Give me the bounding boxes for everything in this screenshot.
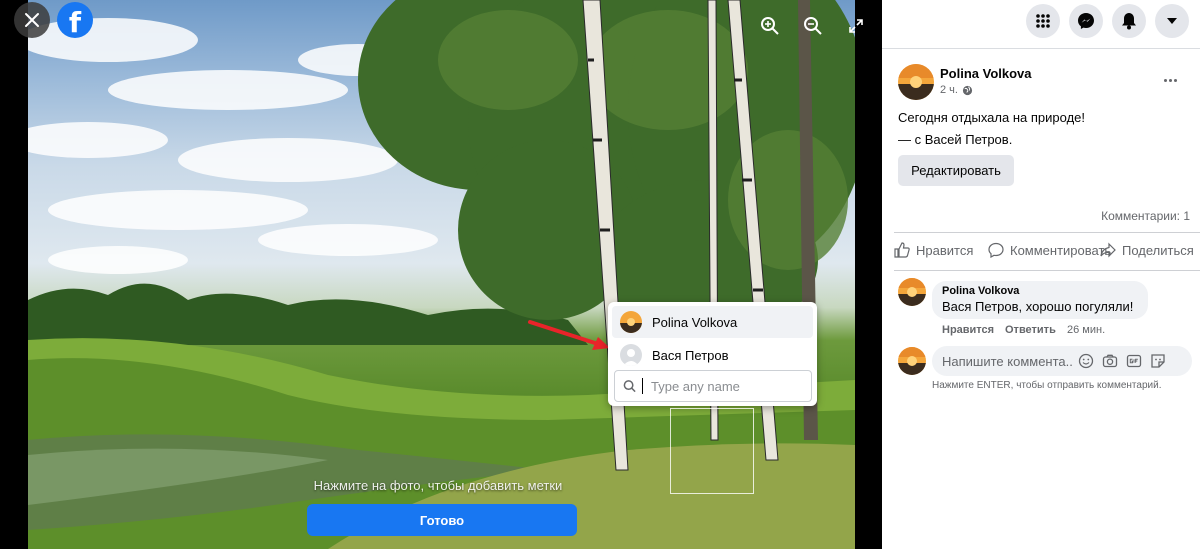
avatar — [620, 311, 642, 333]
comment-composer[interactable] — [932, 346, 1192, 376]
photo-viewer: f Polina Volkova Вася Петров Type any na… — [0, 0, 882, 549]
post-time-text: 2 ч. — [940, 84, 958, 96]
menu-grid-icon — [1036, 14, 1050, 28]
tag-frame — [670, 408, 754, 494]
facebook-logo-letter: f — [68, 6, 82, 39]
post-timestamp[interactable]: 2 ч. — [940, 84, 973, 96]
messenger-button[interactable] — [1069, 4, 1103, 38]
account-dropdown-icon — [1167, 18, 1177, 24]
zoom-out-button[interactable] — [801, 14, 825, 38]
account-button[interactable] — [1155, 4, 1189, 38]
post-text-line: Сегодня отдыхала на природе! — [898, 110, 1085, 125]
divider — [894, 232, 1200, 233]
comment-icon — [988, 242, 1004, 258]
comment-like-label: Нравится — [942, 324, 995, 336]
close-icon — [25, 13, 39, 27]
comment-body: , хорошо погуляли! — [1018, 299, 1134, 314]
text-caret — [642, 378, 643, 394]
comment-bubble: Polina Volkova Вася Петров, хорошо погул… — [932, 281, 1148, 319]
zoom-in-button[interactable] — [758, 14, 782, 38]
post-text: Сегодня отдыхала на природе! — с Васей П… — [898, 107, 1085, 151]
tag-suggestion-polina[interactable]: Polina Volkova — [612, 306, 813, 338]
camera-icon[interactable] — [1102, 353, 1118, 369]
tag-suggestions-popup: Polina Volkova Вася Петров — [608, 302, 817, 406]
facebook-logo[interactable]: f — [57, 2, 93, 39]
composer-hint: Нажмите ENTER, чтобы отправить комментар… — [932, 380, 1162, 391]
gif-icon[interactable] — [1126, 353, 1142, 369]
comment-time[interactable]: 26 мин. — [1067, 324, 1105, 336]
post-tagged-line[interactable]: — с Васей Петров. — [898, 129, 1085, 151]
post-author-name[interactable]: Polina Volkova — [940, 66, 1032, 81]
comment-author-avatar[interactable] — [898, 278, 926, 306]
divider — [882, 48, 1200, 49]
comment-reply-label: Ответить — [1005, 324, 1056, 336]
comment-tagged-name[interactable]: Вася Петров — [942, 299, 1019, 314]
done-button[interactable]: Готово — [307, 504, 577, 536]
comments-count[interactable]: Комментарии: 1 — [1101, 209, 1190, 223]
like-button[interactable]: Нравится — [894, 242, 973, 258]
annotation-arrow — [528, 320, 610, 350]
like-icon — [894, 242, 910, 258]
share-label: Поделиться — [1122, 242, 1194, 258]
comment-author[interactable]: Polina Volkova — [942, 285, 1138, 297]
author-avatar[interactable] — [898, 64, 934, 100]
emoji-icon[interactable] — [1078, 353, 1094, 369]
share-button[interactable]: Поделиться — [1100, 242, 1194, 258]
fullscreen-button[interactable] — [846, 16, 866, 36]
tag-suggestion-vasya[interactable]: Вася Петров — [612, 339, 813, 371]
avatar-placeholder-icon — [620, 344, 642, 366]
fullscreen-icon — [849, 19, 863, 33]
notifications-icon — [1122, 13, 1136, 30]
composer-icons — [1078, 353, 1166, 369]
edit-button[interactable]: Редактировать — [898, 155, 1014, 186]
close-button[interactable] — [14, 2, 50, 38]
notifications-button[interactable] — [1112, 4, 1146, 38]
comment-reply-link[interactable]: Ответить — [1005, 324, 1056, 336]
top-nav — [882, 4, 1200, 42]
composer-avatar — [898, 347, 926, 375]
globe-icon — [962, 85, 973, 95]
more-options-button[interactable] — [1158, 70, 1182, 90]
comment-like-link[interactable]: Нравится — [942, 324, 994, 336]
suggestion-name: Вася Петров — [652, 347, 729, 363]
zoom-out-icon — [804, 17, 822, 35]
messenger-icon — [1078, 13, 1094, 29]
tag-search-field[interactable] — [614, 370, 812, 402]
zoom-in-icon — [761, 17, 779, 35]
more-icon — [1163, 78, 1177, 82]
tag-search-input[interactable] — [651, 378, 811, 394]
comment-button[interactable]: Комментировать — [988, 242, 1111, 258]
search-icon — [623, 380, 636, 393]
divider — [894, 270, 1200, 271]
sticker-icon[interactable] — [1150, 353, 1166, 369]
menu-button[interactable] — [1026, 4, 1060, 38]
suggestion-name: Polina Volkova — [652, 314, 738, 330]
comment-input[interactable] — [942, 353, 1074, 369]
post-panel: Polina Volkova 2 ч. Сегодня отдыхала на … — [882, 0, 1200, 549]
post-actions: Нравится Комментировать Поделиться — [882, 242, 1200, 266]
like-label: Нравится — [916, 242, 974, 258]
comment-label: Комментировать — [1010, 242, 1112, 258]
share-icon — [1100, 242, 1116, 258]
comment-text: Вася Петров, хорошо погуляли! — [942, 299, 1138, 314]
tag-hint: Нажмите на фото, чтобы добавить метки — [313, 478, 563, 493]
